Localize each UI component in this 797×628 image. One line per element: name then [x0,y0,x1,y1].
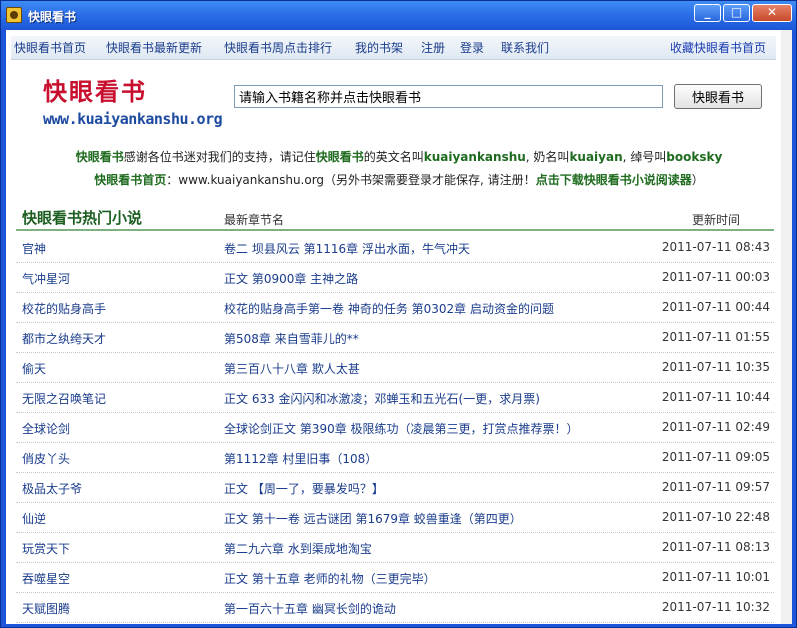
table-row: 全球论剑 全球论剑正文 第390章 极限练功（凌晨第三更，打赏点推荐票！） 2011… [16,413,774,443]
notice-text: ） [691,173,704,187]
table-row: 气冲星河 正文 第0900章 主神之路 2011-07-11 00:03 [16,263,774,293]
chapter-link[interactable]: 第1112章 村里旧事（108） [224,450,377,467]
update-time: 2011-07-11 00:44 [661,300,770,314]
chapter-link[interactable]: 全球论剑正文 第390章 极限练功（凌晨第三更，打赏点推荐票！） [224,420,579,437]
table-row: 都市之纨绔天才 第508章 来自雪菲儿的** 2011-07-11 01:55 [16,323,774,353]
notice-text: , 绰号叫 [622,150,667,164]
chapter-link[interactable]: 正文 【周一了，要暴发吗？】 [224,480,384,497]
table-row: 无限之召唤笔记 正文 633 金闪闪和冰激凌；邓蝉玉和五光石(一更，求月票) 201… [16,383,774,413]
chapter-link[interactable]: 第一百六十五章 幽冥长剑的诡动 [224,600,396,617]
novel-title-link[interactable]: 天赋图腾 [22,600,70,617]
update-time: 2011-07-11 08:43 [661,240,770,254]
novel-title-link[interactable]: 无限之召唤笔记 [22,390,106,407]
update-time: 2011-07-11 00:03 [661,270,770,284]
novel-title-link[interactable]: 校花的贴身高手 [22,300,106,317]
table-row: 吞噬星空 正文 第十五章 老师的礼物（三更完毕） 2011-07-11 10:01 [16,563,774,593]
update-time: 2011-07-11 10:01 [661,570,770,584]
window-title: 快眼看书 [28,10,77,24]
novel-title-link[interactable]: 气冲星河 [22,270,70,287]
novel-title-link[interactable]: 俏皮丫头 [22,450,70,467]
update-time: 2011-07-11 09:57 [661,480,770,494]
search-button[interactable]: 快眼看书 [674,84,762,109]
update-time: 2011-07-11 02:49 [661,420,770,434]
notice-text: 的英文名叫 [363,150,424,164]
client-area: 快眼看书首页 快眼看书最新更新 快眼看书周点击排行 我的书架 注册 登录 联系我… [6,30,792,624]
update-time: 2011-07-11 10:35 [661,360,770,374]
notice-line-1: 快眼看书感谢各位书迷对我们的支持，请记住快眼看书的英文名叫kuaiyankans… [6,148,792,165]
nav-register[interactable]: 注册 [421,39,445,56]
chapter-link[interactable]: 正文 第十一卷 远古谜团 第1679章 蛟兽重逢（第四更） [224,510,522,527]
notice-text: , 奶名叫 [525,150,570,164]
title-bar[interactable]: 快眼看书 _ □ ✕ [1,1,796,30]
novel-title-link[interactable]: 玩赏天下 [22,540,70,557]
table-row: 玩赏天下 第二九六章 水到渠成地淘宝 2011-07-11 08:13 [16,533,774,563]
notice-alias: booksky [666,150,723,164]
nav-contact[interactable]: 联系我们 [501,39,549,56]
chapter-link[interactable]: 卷二 坝县风云 第1116章 浮出水面，牛气冲天 [224,240,470,257]
list-header: 快眼看书热门小说 最新章节名 更新时间 [16,205,774,231]
notice-text: 感谢各位书迷对我们的支持，请记住 [123,150,316,164]
app-icon [6,7,22,23]
update-time: 2011-07-11 01:55 [661,330,770,344]
notice-text: ：www.kuaiyankanshu.org（另外书架需要登录才能保存, 请注册… [166,173,536,187]
nav-favorite[interactable]: 收藏快眼看书首页 [670,39,766,56]
table-row: 偷天 第三百八十八章 欺人太甚 2011-07-11 10:35 [16,353,774,383]
novel-title-link[interactable]: 官神 [22,240,46,257]
chapter-link[interactable]: 正文 第十五章 老师的礼物（三更完毕） [224,570,436,587]
update-time: 2011-07-11 10:44 [661,390,770,404]
notice-brand: 快眼看书 [315,150,364,164]
update-time: 2011-07-10 22:48 [661,510,770,524]
table-row: 极品太子爷 正文 【周一了，要暴发吗？】 2011-07-11 09:57 [16,473,774,503]
download-reader-link[interactable]: 点击下载快眼看书小说阅读器 [536,173,692,187]
novel-title-link[interactable]: 都市之纨绔天才 [22,330,106,347]
chapter-link[interactable]: 第三百八十八章 欺人太甚 [224,360,360,377]
minimize-button[interactable]: _ [694,4,721,22]
list-title: 快眼看书热门小说 [22,209,143,227]
logo-text: 快眼看书 [43,77,147,106]
update-time: 2011-07-11 09:05 [661,450,770,464]
column-header-chapter: 最新章节名 [224,213,285,227]
nav-bookshelf[interactable]: 我的书架 [355,39,403,56]
logo-url: www.kuaiyankanshu.org [43,110,223,128]
notice-english-name: kuaiyankanshu [423,150,526,164]
app-window: 快眼看书 _ □ ✕ 快眼看书首页 快眼看书最新更新 快眼看书周点击排行 我的书… [0,0,797,628]
table-row: 校花的贴身高手 校花的贴身高手第一卷 神奇的任务 第0302章 启动资金的问题 20… [16,293,774,323]
chapter-link[interactable]: 第二九六章 水到渠成地淘宝 [224,540,372,557]
search-input[interactable] [234,85,663,108]
update-time: 2011-07-11 10:32 [661,600,770,614]
vertical-scrollbar[interactable] [781,30,792,624]
novel-list: 官神 卷二 坝县风云 第1116章 浮出水面，牛气冲天 2011-07-11 08:… [16,233,774,623]
nav-latest[interactable]: 快眼看书最新更新 [106,39,202,56]
close-button[interactable]: ✕ [752,4,792,22]
table-row: 官神 卷二 坝县风云 第1116章 浮出水面，牛气冲天 2011-07-11 08:… [16,233,774,263]
table-row: 仙逆 正文 第十一卷 远古谜团 第1679章 蛟兽重逢（第四更） 2011-07-1… [16,503,774,533]
chapter-link[interactable]: 第508章 来自雪菲儿的** [224,330,359,347]
notice-line-2: 快眼看书首页：www.kuaiyankanshu.org（另外书架需要登录才能保… [6,171,792,188]
chapter-link[interactable]: 正文 633 金闪闪和冰激凌；邓蝉玉和五光石(一更，求月票) [224,390,540,407]
chapter-link[interactable]: 校花的贴身高手第一卷 神奇的任务 第0302章 启动资金的问题 [224,300,554,317]
novel-title-link[interactable]: 偷天 [22,360,46,377]
top-nav: 快眼看书首页 快眼看书最新更新 快眼看书周点击排行 我的书架 注册 登录 联系我… [11,36,776,60]
nav-login[interactable]: 登录 [460,39,484,56]
table-row: 俏皮丫头 第1112章 村里旧事（108） 2011-07-11 09:05 [16,443,774,473]
nav-home[interactable]: 快眼看书首页 [14,39,86,56]
site-logo[interactable]: 快眼看书 www.kuaiyankanshu.org [39,70,229,134]
novel-title-link[interactable]: 仙逆 [22,510,46,527]
nav-weekly-rank[interactable]: 快眼看书周点击排行 [224,39,332,56]
maximize-button[interactable]: □ [723,4,750,22]
notice-nickname: kuaiyan [569,150,623,164]
novel-title-link[interactable]: 极品太子爷 [22,480,82,497]
novel-title-link[interactable]: 全球论剑 [22,420,70,437]
notice-home-label: 快眼看书首页 [94,173,167,187]
chapter-link[interactable]: 正文 第0900章 主神之路 [224,270,358,287]
notice-brand: 快眼看书 [75,150,124,164]
update-time: 2011-07-11 08:13 [661,540,770,554]
column-header-time: 更新时间 [692,213,741,227]
table-row: 天赋图腾 第一百六十五章 幽冥长剑的诡动 2011-07-11 10:32 [16,593,774,623]
novel-title-link[interactable]: 吞噬星空 [22,570,70,587]
